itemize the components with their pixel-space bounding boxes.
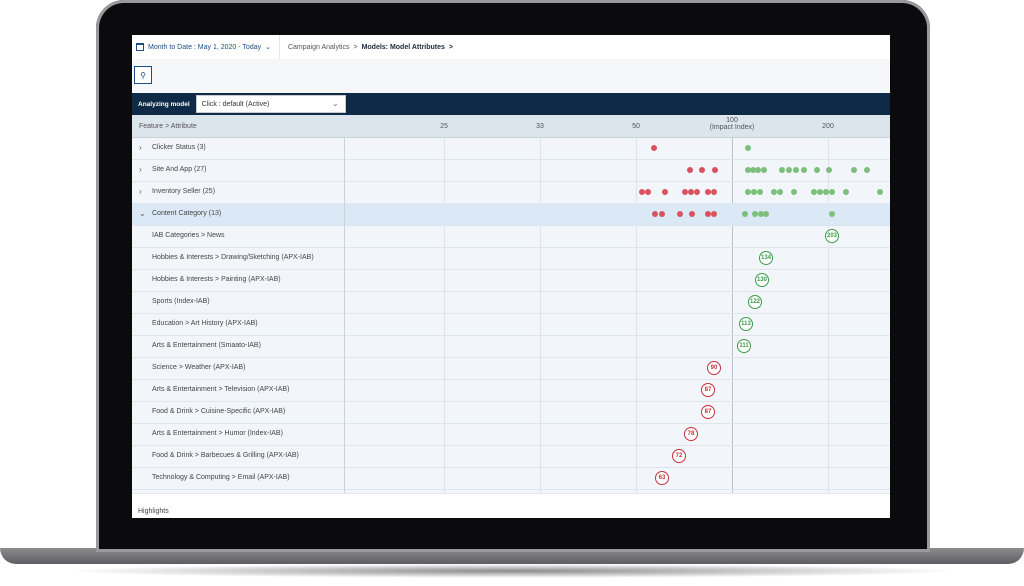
search-icon: ⚲ xyxy=(140,70,146,80)
breadcrumb-model-attributes: Models: Model Attributes xyxy=(361,43,445,51)
model-select-value: Click : default (Active) xyxy=(201,100,270,108)
app-screen: Month to Date : May 1, 2020 - Today ⌄ Ca… xyxy=(132,35,890,518)
impact-bubble[interactable]: 134 xyxy=(759,251,773,265)
grid-header: Feature > Attribute 25 33 50 100 (Impact … xyxy=(132,115,890,138)
index-dot[interactable] xyxy=(843,189,849,195)
index-dot[interactable] xyxy=(645,189,651,195)
laptop-shadow xyxy=(60,564,964,578)
label-column-divider xyxy=(132,137,345,493)
impact-bubble[interactable]: 87 xyxy=(701,405,715,419)
breadcrumb-separator: > xyxy=(448,43,454,51)
tick-label: 33 xyxy=(536,123,544,130)
search-button[interactable]: ⚲ xyxy=(134,66,152,84)
toolbar: ⚲ xyxy=(132,59,890,94)
index-dot[interactable] xyxy=(777,189,783,195)
index-dot[interactable] xyxy=(829,189,835,195)
top-bar: Month to Date : May 1, 2020 - Today ⌄ Ca… xyxy=(132,35,890,60)
index-dot[interactable] xyxy=(687,167,693,173)
index-dot[interactable] xyxy=(877,189,883,195)
index-dot[interactable] xyxy=(793,167,799,173)
breadcrumb: Campaign Analytics > Models: Model Attri… xyxy=(280,44,453,51)
impact-bubble[interactable]: 72 xyxy=(672,449,686,463)
feature-column-header: Feature > Attribute xyxy=(139,123,197,130)
index-dot[interactable] xyxy=(786,167,792,173)
highlights-section: Highlights xyxy=(132,493,890,518)
impact-index-header: 100 (Impact Index) xyxy=(710,117,755,131)
date-range-picker[interactable]: Month to Date : May 1, 2020 - Today ⌄ xyxy=(132,35,280,59)
index-dot[interactable] xyxy=(699,167,705,173)
breadcrumb-separator: > xyxy=(353,43,358,51)
attributes-grid: Feature > Attribute 25 33 50 100 (Impact … xyxy=(132,115,890,493)
index-dot[interactable] xyxy=(689,211,695,217)
highlights-title: Highlights xyxy=(138,508,169,515)
index-dot[interactable] xyxy=(711,189,717,195)
index-dot[interactable] xyxy=(659,211,665,217)
impact-index-label: (Impact Index) xyxy=(709,124,755,131)
laptop-base xyxy=(0,548,1024,586)
impact-bubble[interactable]: 63 xyxy=(655,471,669,485)
tick-label: 200 xyxy=(822,123,834,130)
index-dot[interactable] xyxy=(814,167,820,173)
index-dot[interactable] xyxy=(826,167,832,173)
index-dot[interactable] xyxy=(742,211,748,217)
index-dot[interactable] xyxy=(694,189,700,195)
index-dot[interactable] xyxy=(761,167,767,173)
index-dot[interactable] xyxy=(864,167,870,173)
tick-label: 100 xyxy=(726,117,738,124)
chevron-down-icon: ⌄ xyxy=(265,44,271,51)
impact-bubble[interactable]: 122 xyxy=(748,295,762,309)
index-dot[interactable] xyxy=(662,189,668,195)
impact-bubble[interactable]: 130 xyxy=(755,273,769,287)
model-bar: Analyzing model Click : default (Active)… xyxy=(132,93,890,115)
index-dot[interactable] xyxy=(791,189,797,195)
breadcrumb-campaign-analytics[interactable]: Campaign Analytics xyxy=(288,44,349,51)
index-dot[interactable] xyxy=(763,211,769,217)
index-dot[interactable] xyxy=(711,211,717,217)
index-dot[interactable] xyxy=(829,211,835,217)
index-dot[interactable] xyxy=(801,167,807,173)
tick-label: 25 xyxy=(440,123,448,130)
index-dot[interactable] xyxy=(851,167,857,173)
analyzing-model-label: Analyzing model xyxy=(138,100,190,108)
impact-bubble[interactable]: 111 xyxy=(737,339,751,353)
impact-bubble[interactable]: 90 xyxy=(707,361,721,375)
index-dot[interactable] xyxy=(745,145,751,151)
index-dot[interactable] xyxy=(652,211,658,217)
index-dot[interactable] xyxy=(757,189,763,195)
impact-bubble[interactable]: 78 xyxy=(684,427,698,441)
index-dot[interactable] xyxy=(712,167,718,173)
calendar-icon xyxy=(136,43,144,51)
tick-label: 50 xyxy=(632,123,640,130)
impact-bubble[interactable]: 113 xyxy=(739,317,753,331)
date-range-label: Month to Date : May 1, 2020 - Today xyxy=(148,43,262,51)
index-dot[interactable] xyxy=(779,167,785,173)
impact-bubble[interactable]: 203 xyxy=(825,229,839,243)
index-dot[interactable] xyxy=(677,211,683,217)
index-dot[interactable] xyxy=(651,145,657,151)
model-select[interactable]: Click : default (Active) ⌄ xyxy=(195,95,346,113)
impact-bubble[interactable]: 87 xyxy=(701,383,715,397)
chevron-down-icon: ⌄ xyxy=(331,99,339,108)
